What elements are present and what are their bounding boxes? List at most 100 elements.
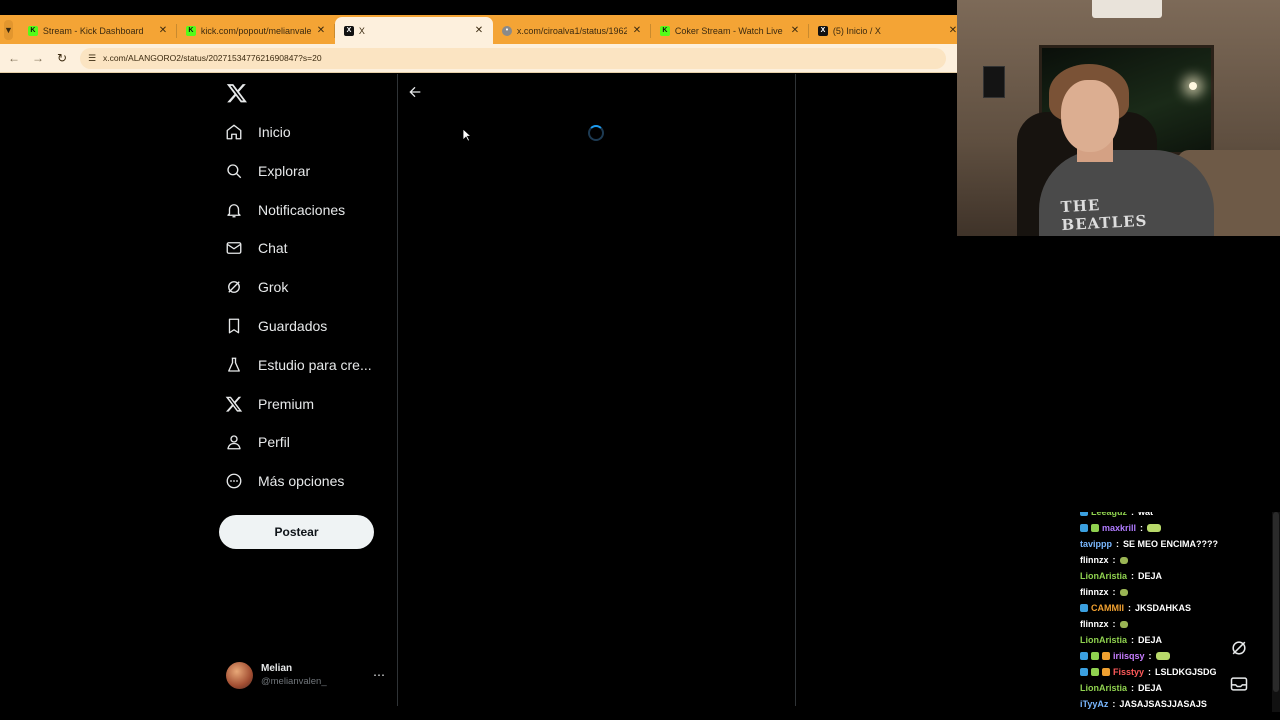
x-icon: X	[817, 25, 828, 36]
chat-text: DEJA	[1138, 571, 1163, 581]
tab-search-button[interactable]: ▼	[4, 20, 13, 40]
chat-badge-icon	[1080, 604, 1088, 612]
nav-item-label: Inicio	[258, 124, 291, 140]
browser-tab[interactable]: X X ✕	[334, 17, 493, 44]
chat-username[interactable]: flinnzx	[1080, 587, 1109, 597]
close-icon[interactable]: ✕	[473, 25, 485, 36]
back-button[interactable]: ←	[4, 51, 24, 65]
chat-separator: :	[1148, 667, 1152, 677]
chat-separator: :	[1128, 603, 1131, 613]
chat-username[interactable]: LionAristia	[1080, 635, 1127, 645]
nav-item-chat[interactable]: Chat	[224, 236, 288, 260]
close-icon[interactable]: ✕	[631, 25, 643, 36]
messages-shortcut-button[interactable]	[1220, 666, 1258, 702]
chat-username[interactable]: LionAristia	[1080, 683, 1127, 693]
chat-message: flinnzx:	[1080, 584, 1280, 600]
nav-item-notificaciones[interactable]: Notificaciones	[224, 198, 345, 222]
tab-list: K Stream - Kick Dashboard ✕ Kkick.com/popou…	[19, 17, 957, 44]
account-handle: @melianvalen_	[261, 676, 327, 687]
chat-emote-icon	[1119, 588, 1128, 596]
chat-username[interactable]: flinnzx	[1080, 555, 1109, 565]
chat-username[interactable]: iTyyAz	[1080, 699, 1108, 709]
chat-emote-icon	[1119, 620, 1128, 628]
post-button[interactable]: Postear	[219, 515, 374, 549]
nav-item-label: Perfil	[258, 434, 290, 450]
chat-scroll-thumb[interactable]	[1273, 512, 1279, 692]
close-icon[interactable]: ✕	[947, 25, 957, 36]
side-icons	[1220, 630, 1258, 702]
nav-item-más-opciones[interactable]: Más opciones	[224, 469, 344, 493]
search-icon	[224, 161, 244, 181]
home-icon	[224, 122, 244, 142]
browser-tab[interactable]: X (5) Inicio / X ✕	[809, 17, 957, 44]
chat-text: DEJA	[1138, 683, 1163, 693]
browser-tab[interactable]: • x.com/ciroalva1/status/1962346 ✕	[493, 17, 651, 44]
nav-item-guardados[interactable]: Guardados	[224, 314, 327, 338]
grok-shortcut-button[interactable]	[1220, 630, 1258, 666]
nav-item-label: Grok	[258, 279, 289, 295]
chat-separator: :	[1112, 555, 1116, 565]
nav-item-perfil[interactable]: Perfil	[224, 430, 290, 454]
chat-message: LionAristia: DEJA	[1080, 568, 1280, 584]
url-text[interactable]: x.com/ALANGORO2/status/20271534776216908…	[103, 53, 322, 63]
person-icon	[224, 432, 244, 452]
chat-emote-icon	[1119, 556, 1128, 564]
account-switcher[interactable]: Melian @melianvalen_ ⋯	[226, 659, 386, 691]
nav-item-grok[interactable]: Grok	[224, 275, 288, 299]
chat-username[interactable]: flinnzx	[1080, 619, 1109, 629]
chat-message: tavippp: SE MEO ENCIMA????	[1080, 536, 1280, 552]
chat-separator: :	[1112, 619, 1116, 629]
x-logo-icon[interactable]	[226, 82, 248, 104]
browser-tab[interactable]: K Stream - Kick Dashboard ✕	[19, 17, 177, 44]
close-icon[interactable]: ✕	[157, 25, 169, 36]
column-divider-left	[397, 74, 398, 706]
kick-icon: K	[659, 25, 670, 36]
chat-username[interactable]: Fisstyy	[1113, 667, 1144, 677]
chat-separator: :	[1131, 571, 1135, 581]
chat-username[interactable]: Leeaguz	[1091, 512, 1127, 517]
loading-spinner	[588, 125, 604, 141]
chat-separator: :	[1148, 651, 1152, 661]
browser-tab[interactable]: Kkick.com/popout/melianvalen/ch ✕	[177, 17, 335, 44]
back-arrow-icon[interactable]	[407, 84, 423, 100]
bookmark-icon	[224, 316, 244, 336]
chat-separator: :	[1112, 699, 1116, 709]
nav-item-label: Más opciones	[258, 473, 345, 489]
globe-icon: •	[501, 25, 512, 36]
nav-item-inicio[interactable]: Inicio	[224, 120, 291, 144]
nav-item-explorar[interactable]: Explorar	[224, 159, 310, 183]
chat-username[interactable]: CAMMII	[1091, 603, 1124, 613]
chat-badge-icon	[1091, 524, 1099, 532]
chat-username[interactable]: LionAristia	[1080, 571, 1127, 581]
nav-item-estudio-para-cre[interactable]: Estudio para cre...	[224, 353, 372, 377]
nav-item-label: Chat	[258, 240, 288, 256]
chat-badge-icon	[1080, 512, 1088, 516]
chat-message: Leeaguz: wat	[1080, 512, 1280, 520]
chat-username[interactable]: maxkrill	[1102, 523, 1136, 533]
browser-tab[interactable]: K Coker Stream - Watch Live on Kick ✕	[651, 17, 809, 44]
more-dots-icon[interactable]: ⋯	[373, 668, 386, 682]
chat-badge-icon	[1080, 668, 1088, 676]
close-icon[interactable]: ✕	[789, 25, 801, 36]
chat-username[interactable]: tavippp	[1080, 539, 1112, 549]
chat-message: maxkrill:	[1080, 520, 1280, 536]
omnibox[interactable]: ☰ x.com/ALANGORO2/status/202715347762169…	[80, 47, 946, 69]
close-icon[interactable]: ✕	[315, 25, 327, 36]
reload-button[interactable]: ↻	[52, 51, 72, 65]
chat-separator: :	[1131, 683, 1135, 693]
nav-item-premium[interactable]: Premium	[224, 392, 314, 416]
tab-title: (5) Inicio / X	[832, 25, 881, 36]
site-info-icon[interactable]: ☰	[86, 52, 98, 64]
mail-icon	[1230, 677, 1248, 691]
streamer-face	[1061, 80, 1119, 152]
forward-button[interactable]: →	[28, 51, 48, 65]
nav-item-label: Notificaciones	[258, 202, 346, 218]
chat-badge-icon	[1091, 668, 1099, 676]
x-page: Inicio Explorar Notificaciones Chat Grok Guar…	[0, 74, 957, 720]
tab-title: X	[358, 25, 365, 36]
chat-separator: :	[1116, 539, 1120, 549]
kick-icon: K	[27, 25, 38, 36]
nav-item-label: Explorar	[258, 163, 311, 179]
chat-username[interactable]: iriisqsy	[1113, 651, 1145, 661]
mouse-cursor-icon	[462, 128, 472, 142]
